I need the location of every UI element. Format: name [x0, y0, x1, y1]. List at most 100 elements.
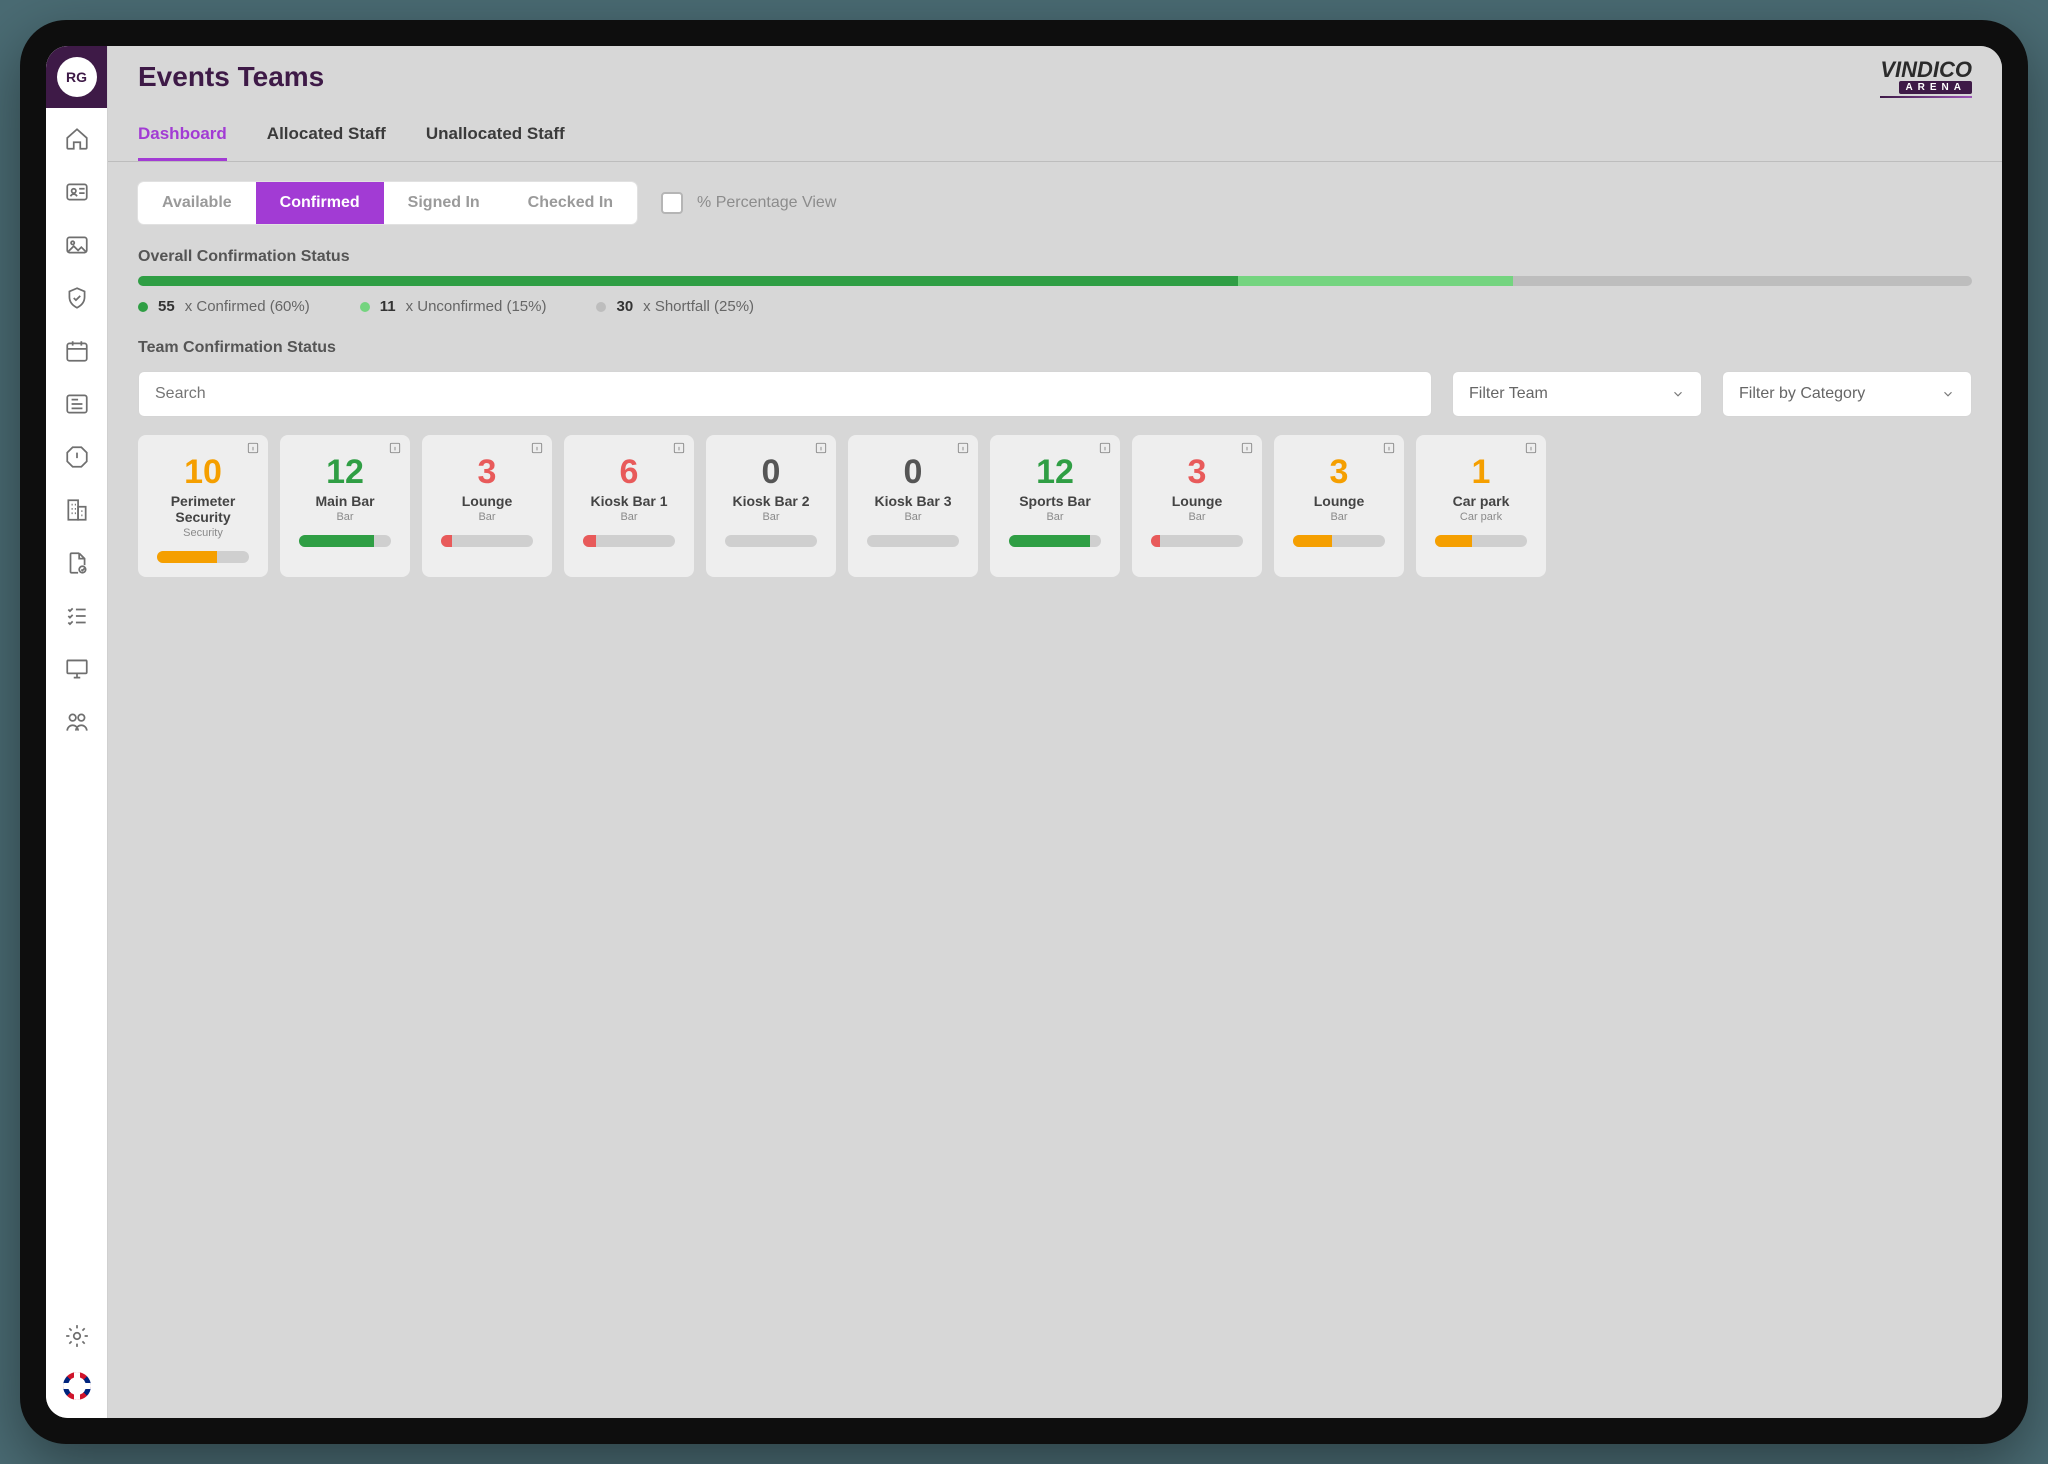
search-input-wrapper[interactable] — [138, 371, 1432, 417]
info-icon[interactable] — [1382, 441, 1396, 455]
team-category: Bar — [904, 511, 921, 523]
alert-icon[interactable] — [64, 444, 90, 475]
avatar[interactable]: RG — [57, 57, 97, 97]
team-progress-bar — [1435, 535, 1527, 547]
info-icon[interactable] — [530, 441, 544, 455]
info-icon[interactable] — [672, 441, 686, 455]
primary-tabs: Dashboard Allocated Staff Unallocated Staf… — [108, 108, 2002, 162]
team-count: 0 — [904, 455, 923, 489]
legend-unconfirmed: 11 x Unconfirmed (15%) — [360, 298, 547, 315]
building-icon[interactable] — [64, 497, 90, 528]
info-icon[interactable] — [956, 441, 970, 455]
main: Events Teams VINDICO ARENA Dashboard Allo… — [108, 46, 2002, 1418]
team-name: Kiosk Bar 3 — [874, 493, 951, 509]
page-title: Events Teams — [138, 61, 324, 93]
dot-icon — [138, 302, 148, 312]
team-name: Kiosk Bar 1 — [590, 493, 667, 509]
team-card[interactable]: 12Main BarBar — [280, 435, 410, 577]
home-icon[interactable] — [64, 126, 90, 157]
team-category: Bar — [1188, 511, 1205, 523]
team-category: Bar — [1046, 511, 1063, 523]
team-name: Sports Bar — [1019, 493, 1091, 509]
avatar-bar: RG — [46, 46, 107, 108]
info-icon[interactable] — [1240, 441, 1254, 455]
team-cards-grid: 10Perimeter SecuritySecurity12Main BarBa… — [138, 435, 1972, 577]
status-pill-confirmed[interactable]: Confirmed — [256, 182, 384, 224]
team-count: 1 — [1472, 455, 1491, 489]
team-name: Kiosk Bar 2 — [732, 493, 809, 509]
team-name: Lounge — [1314, 493, 1365, 509]
team-name: Lounge — [462, 493, 513, 509]
team-heading: Team Confirmation Status — [138, 339, 1972, 357]
team-count: 0 — [762, 455, 781, 489]
filter-team-select[interactable]: Filter Team — [1452, 371, 1702, 417]
info-icon[interactable] — [1524, 441, 1538, 455]
team-count: 12 — [326, 455, 364, 489]
presentation-icon[interactable] — [64, 656, 90, 687]
team-category: Bar — [336, 511, 353, 523]
overall-legend: 55 x Confirmed (60%) 11 x Unconfirmed (1… — [138, 298, 1972, 315]
team-card[interactable]: 3 Lounge Bar — [1132, 435, 1262, 577]
team-category: Security — [183, 527, 223, 539]
news-icon[interactable] — [64, 391, 90, 422]
tab-allocated-staff[interactable]: Allocated Staff — [267, 108, 386, 161]
calendar-icon[interactable] — [64, 338, 90, 369]
overall-segment-unconfirmed — [1238, 276, 1513, 286]
percentage-view-label: % Percentage View — [697, 194, 836, 212]
team-category: Bar — [762, 511, 779, 523]
dot-icon — [596, 302, 606, 312]
info-icon[interactable] — [246, 441, 260, 455]
users-icon[interactable] — [64, 709, 90, 740]
legend-confirmed: 55 x Confirmed (60%) — [138, 298, 310, 315]
overall-progress-bar — [138, 276, 1972, 286]
team-name: Lounge — [1172, 493, 1223, 509]
tablet-frame: RG Ev — [20, 20, 2028, 1444]
checklist-icon[interactable] — [64, 603, 90, 634]
team-category: Car park — [1460, 511, 1502, 523]
team-count: 12 — [1036, 455, 1074, 489]
brand-logo: VINDICO ARENA — [1880, 57, 1972, 98]
id-card-icon[interactable] — [64, 179, 90, 210]
screen: RG Ev — [46, 46, 2002, 1418]
team-progress-bar — [867, 535, 959, 547]
filter-category-select[interactable]: Filter by Category — [1722, 371, 1972, 417]
team-card[interactable]: 12 Sports Bar Bar — [990, 435, 1120, 577]
team-name: Perimeter Security — [148, 493, 258, 525]
team-count: 3 — [1188, 455, 1207, 489]
info-icon[interactable] — [814, 441, 828, 455]
info-icon[interactable] — [1098, 441, 1112, 455]
file-check-icon[interactable] — [64, 550, 90, 581]
language-flag-icon[interactable] — [63, 1372, 91, 1400]
chevron-down-icon — [1671, 387, 1685, 401]
team-card[interactable]: 10 Perimeter Security Security — [138, 435, 268, 577]
status-pill-checked-in[interactable]: Checked In — [504, 182, 637, 224]
status-pill-signed-in[interactable]: Signed In — [384, 182, 504, 224]
content: AvailableConfirmedSigned InChecked In % … — [108, 162, 2002, 607]
status-pill-group: AvailableConfirmedSigned InChecked In — [138, 182, 637, 224]
shield-check-icon[interactable] — [64, 285, 90, 316]
team-progress-bar — [157, 551, 249, 563]
checkbox-icon — [661, 192, 683, 214]
team-progress-bar — [441, 535, 533, 547]
team-card[interactable]: 3LoungeBar — [1274, 435, 1404, 577]
legend-shortfall: 30 x Shortfall (25%) — [596, 298, 754, 315]
team-progress-bar — [1151, 535, 1243, 547]
settings-icon[interactable] — [64, 1323, 90, 1354]
sidebar: RG — [46, 46, 108, 1418]
team-name: Car park — [1453, 493, 1510, 509]
info-icon[interactable] — [388, 441, 402, 455]
team-card[interactable]: 0 Kiosk Bar 2 Bar — [706, 435, 836, 577]
team-category: Bar — [1330, 511, 1347, 523]
tab-dashboard[interactable]: Dashboard — [138, 108, 227, 161]
tab-unallocated-staff[interactable]: Unallocated Staff — [426, 108, 565, 161]
search-input[interactable] — [155, 385, 1415, 403]
team-card[interactable]: 1 Car park Car park — [1416, 435, 1546, 577]
status-pill-available[interactable]: Available — [138, 182, 256, 224]
team-card[interactable]: 3LoungeBar — [422, 435, 552, 577]
team-count: 10 — [184, 455, 222, 489]
team-card[interactable]: 6Kiosk Bar 1Bar — [564, 435, 694, 577]
percentage-view-toggle[interactable]: % Percentage View — [661, 192, 836, 214]
team-progress-bar — [1293, 535, 1385, 547]
image-icon[interactable] — [64, 232, 90, 263]
team-card[interactable]: 0 Kiosk Bar 3 Bar — [848, 435, 978, 577]
